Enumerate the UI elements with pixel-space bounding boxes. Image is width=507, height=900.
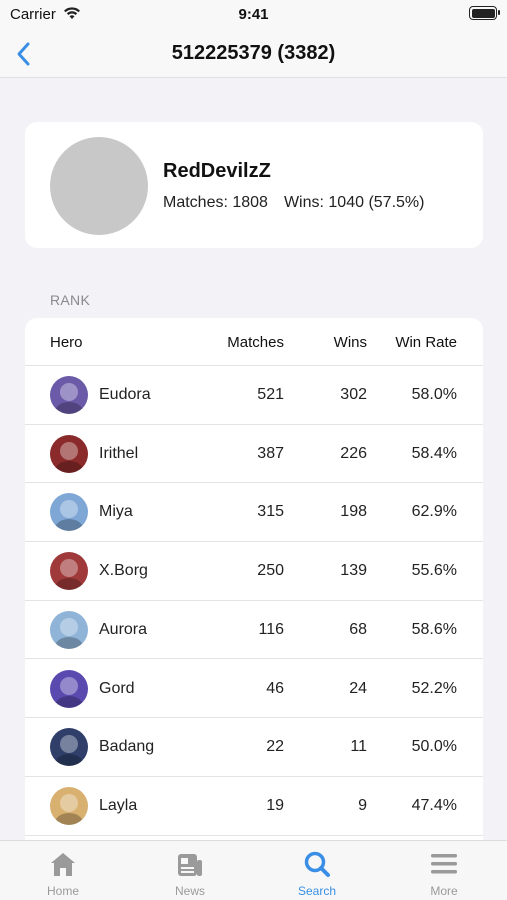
- hero-portrait-icon: [50, 728, 88, 767]
- hero-wins: 198: [340, 503, 367, 521]
- hero-wins: 226: [340, 444, 367, 462]
- table-row[interactable]: Eudora 521 302 58.0%: [25, 366, 483, 425]
- table-row[interactable]: Layla 19 9 47.4%: [25, 777, 483, 836]
- page-title: 512225379 (3382): [171, 42, 336, 64]
- hero-win-rate: 55.6%: [411, 562, 457, 580]
- player-name: RedDevilzZ: [163, 160, 271, 182]
- table-row[interactable]: Gord 46 24 52.2%: [25, 660, 483, 719]
- hero-wins: 24: [349, 679, 367, 697]
- profile-card: RedDevilzZ Matches: 1808 Wins: 1040 (57.5…: [25, 122, 483, 248]
- hero-wins: 139: [340, 562, 367, 580]
- hero-portrait-icon: [50, 434, 88, 473]
- rank-table: Hero Matches Wins Win Rate Eudora 521 302 5…: [25, 318, 483, 848]
- tab-news-label: News: [174, 884, 205, 898]
- header-win-rate: Win Rate: [395, 334, 457, 351]
- home-icon: [51, 853, 75, 876]
- search-icon: [304, 851, 330, 877]
- hero-matches: 387: [257, 444, 284, 462]
- table-header: Hero Matches Wins Win Rate: [25, 318, 483, 366]
- hero-name: Eudora: [99, 386, 151, 403]
- tab-more[interactable]: More: [381, 841, 507, 900]
- tab-more-label: More: [430, 884, 458, 898]
- hero-matches: 19: [266, 796, 284, 814]
- hero-name: Miya: [99, 503, 133, 521]
- tab-news[interactable]: News: [127, 841, 253, 900]
- hero-matches: 116: [258, 620, 284, 638]
- hero-portrait-icon: [50, 376, 88, 414]
- hero-matches: 46: [266, 679, 284, 697]
- menu-icon: [431, 854, 457, 874]
- hero-wins: 302: [340, 386, 367, 403]
- hero-win-rate: 52.2%: [411, 679, 457, 697]
- hero-matches: 22: [266, 738, 284, 756]
- hero-portrait-icon: [50, 552, 88, 591]
- hero-matches: 250: [257, 562, 284, 580]
- hero-matches: 521: [257, 386, 284, 403]
- hero-name: Badang: [99, 738, 155, 756]
- total-wins: Wins: 1040 (57.5%): [283, 194, 425, 211]
- header-hero: Hero: [50, 334, 83, 351]
- hero-portrait-icon: [50, 786, 88, 825]
- hero-name: Layla: [99, 796, 138, 814]
- hero-wins: 11: [350, 738, 367, 756]
- hero-portrait-icon: [50, 493, 88, 532]
- table-row[interactable]: Badang 22 11 50.0%: [25, 718, 483, 777]
- tab-bar: Home News Search More: [0, 840, 507, 900]
- hero-win-rate: 58.4%: [411, 444, 457, 462]
- news-icon: [178, 854, 202, 876]
- table-row[interactable]: Irithel 387 226 58.4%: [25, 425, 483, 484]
- hero-wins: 9: [358, 796, 367, 814]
- hero-win-rate: 50.0%: [411, 738, 457, 756]
- hero-win-rate: 47.4%: [411, 796, 457, 814]
- table-row[interactable]: X.Borg 250 139 55.6%: [25, 542, 483, 601]
- header-matches: Matches: [227, 334, 284, 351]
- hero-wins: 68: [349, 620, 367, 638]
- tab-home-label: Home: [46, 884, 79, 898]
- navigation-bar: 512225379 (3382): [0, 30, 507, 78]
- hero-name: Gord: [99, 679, 135, 697]
- hero-name: Irithel: [99, 444, 139, 462]
- hero-win-rate: 58.0%: [411, 386, 457, 403]
- status-time: 9:41: [238, 6, 269, 23]
- hero-name: X.Borg: [99, 562, 148, 580]
- table-row[interactable]: Aurora 116 68 58.6%: [25, 601, 483, 660]
- status-bar: Carrier 9:41: [0, 0, 507, 30]
- header-wins: Wins: [333, 334, 367, 351]
- rank-section-label: RANK: [50, 292, 91, 308]
- battery-icon: [469, 6, 500, 20]
- total-matches: Matches: 1808: [163, 194, 268, 211]
- hero-name: Aurora: [99, 620, 148, 638]
- avatar: [50, 137, 148, 235]
- player-stats: Matches: 1808 Wins: 1040 (57.5%): [163, 194, 424, 212]
- hero-portrait-icon: [50, 610, 88, 649]
- hero-win-rate: 58.6%: [411, 620, 457, 638]
- table-row[interactable]: Miya 315 198 62.9%: [25, 483, 483, 543]
- tab-search[interactable]: Search: [254, 841, 380, 900]
- hero-matches: 315: [257, 503, 284, 521]
- hero-win-rate: 62.9%: [411, 503, 457, 521]
- tab-home[interactable]: Home: [0, 841, 126, 900]
- tab-search-label: Search: [297, 884, 337, 898]
- hero-portrait-icon: [50, 669, 88, 708]
